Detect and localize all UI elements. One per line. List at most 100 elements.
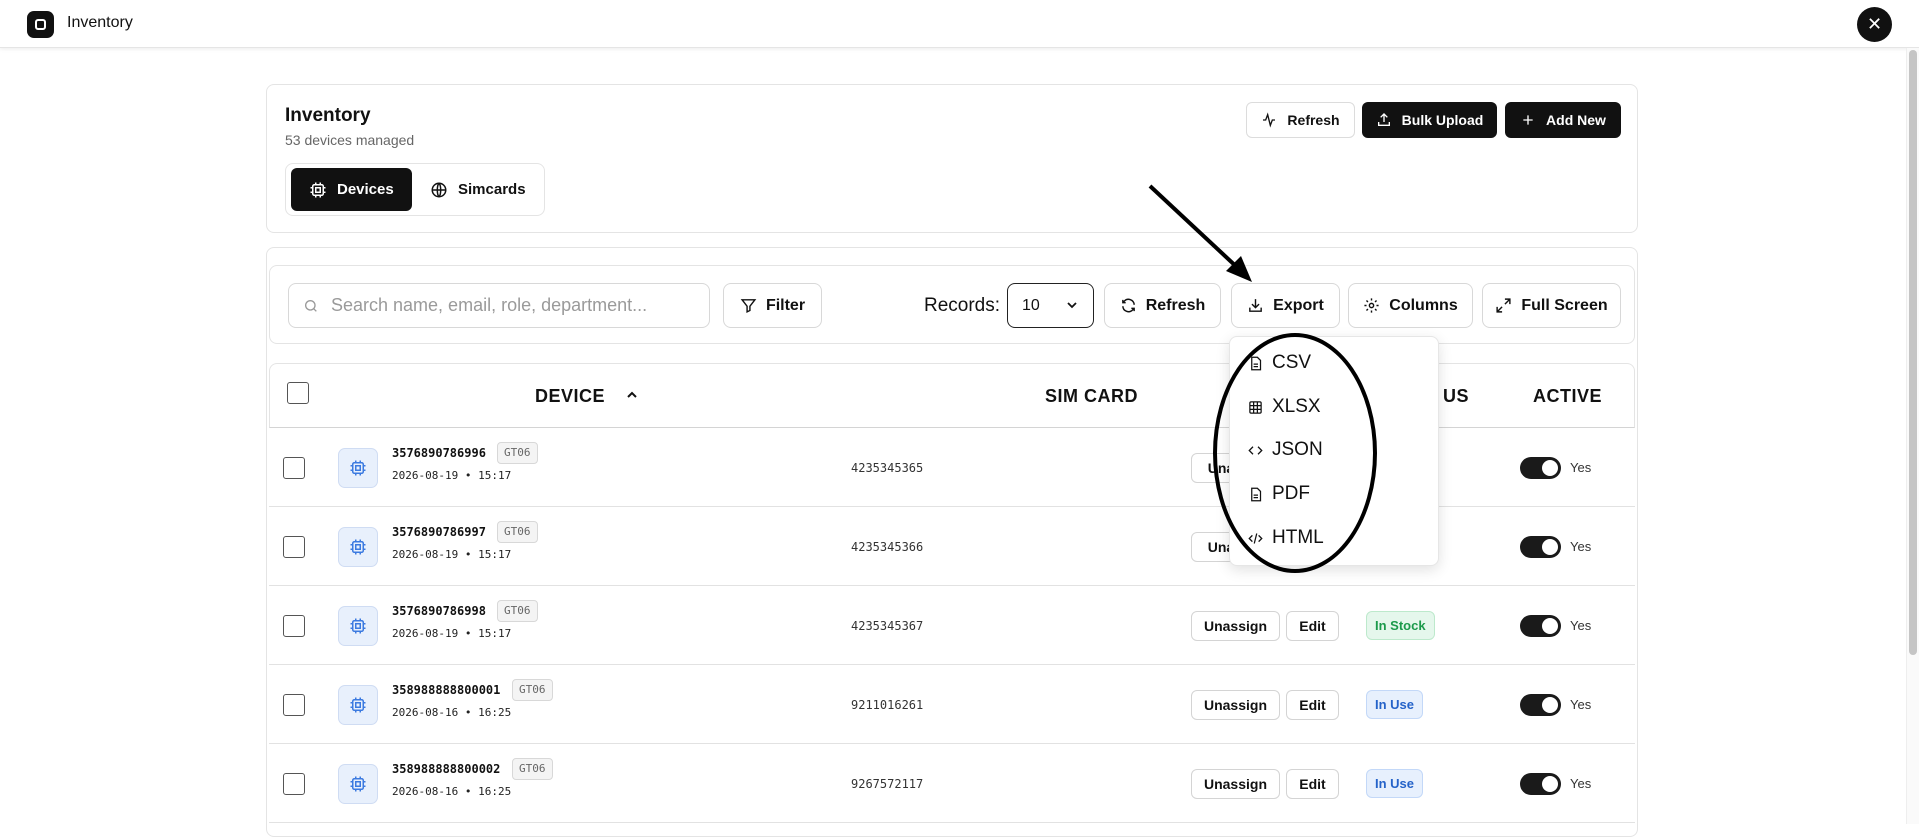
inventory-header-card: Inventory 53 devices managed Devices Sim… bbox=[266, 84, 1638, 233]
header-refresh-label: Refresh bbox=[1287, 112, 1340, 128]
status-badge: In Stock bbox=[1366, 611, 1435, 640]
row-checkbox[interactable] bbox=[283, 615, 305, 637]
device-id: 3576890786997 bbox=[392, 525, 486, 539]
device-cpu-icon bbox=[338, 448, 378, 488]
export-html-label: HTML bbox=[1272, 527, 1324, 548]
device-date: 2026-08-16 • 16:25 bbox=[392, 706, 512, 719]
model-badge: GT06 bbox=[497, 442, 538, 464]
row-checkbox[interactable] bbox=[283, 457, 305, 479]
edit-button[interactable]: Edit bbox=[1286, 690, 1339, 720]
row-checkbox[interactable] bbox=[283, 773, 305, 795]
sim-number: 9267572117 bbox=[851, 777, 924, 791]
file-text-icon bbox=[1251, 356, 1262, 370]
active-toggle[interactable] bbox=[1520, 615, 1561, 637]
device-cpu-icon bbox=[338, 527, 378, 567]
filter-icon bbox=[740, 299, 757, 314]
export-html-item[interactable]: HTML bbox=[1248, 523, 1324, 553]
table-refresh-label: Refresh bbox=[1145, 296, 1206, 314]
export-button[interactable]: Export bbox=[1231, 283, 1340, 328]
search-icon bbox=[305, 300, 317, 312]
bulk-upload-label: Bulk Upload bbox=[1401, 112, 1484, 128]
column-device[interactable]: DEVICE bbox=[535, 386, 639, 407]
active-toggle[interactable] bbox=[1520, 536, 1561, 558]
page-subtitle: 53 devices managed bbox=[285, 132, 415, 148]
expand-icon bbox=[1496, 298, 1511, 313]
active-toggle[interactable] bbox=[1520, 457, 1561, 479]
column-active[interactable]: ACTIVE bbox=[1533, 386, 1602, 407]
row-checkbox[interactable] bbox=[283, 536, 305, 558]
close-button[interactable]: ✕ bbox=[1857, 7, 1892, 42]
model-badge: GT06 bbox=[497, 521, 538, 543]
window-title: Inventory bbox=[67, 14, 133, 31]
model-badge: GT06 bbox=[512, 758, 553, 780]
unassign-button[interactable]: Unassign bbox=[1191, 611, 1280, 641]
column-status[interactable]: US bbox=[1443, 386, 1469, 407]
upload-icon bbox=[1377, 113, 1390, 126]
active-label: Yes bbox=[1570, 697, 1592, 712]
export-json-label: JSON bbox=[1272, 439, 1323, 460]
model-badge: GT06 bbox=[512, 679, 553, 701]
device-id: 358988888800002 bbox=[392, 762, 501, 776]
device-id: 358988888800001 bbox=[392, 683, 501, 697]
tab-devices[interactable]: Devices bbox=[291, 168, 412, 211]
device-cpu-icon bbox=[338, 606, 378, 646]
unassign-button[interactable]: Unassign bbox=[1191, 769, 1280, 799]
export-pdf-item[interactable]: PDF bbox=[1248, 479, 1310, 509]
filter-label: Filter bbox=[765, 296, 806, 314]
bulk-upload-button[interactable]: Bulk Upload bbox=[1362, 102, 1497, 138]
sim-number: 4235345365 bbox=[851, 461, 924, 475]
gear-icon bbox=[1364, 298, 1379, 313]
code-icon bbox=[1248, 445, 1263, 455]
export-json-item[interactable]: JSON bbox=[1248, 435, 1323, 465]
export-xlsx-label: XLSX bbox=[1272, 396, 1321, 417]
column-sim-card[interactable]: SIM CARD bbox=[1045, 386, 1138, 407]
top-bar: Inventory ✕ bbox=[0, 0, 1919, 48]
status-badge: In Use bbox=[1366, 769, 1424, 798]
sim-number: 9211016261 bbox=[851, 698, 924, 712]
table-refresh-button[interactable]: Refresh bbox=[1104, 283, 1221, 328]
columns-label: Columns bbox=[1389, 296, 1458, 314]
search-input[interactable] bbox=[331, 284, 701, 327]
device-date: 2026-08-19 • 15:17 bbox=[392, 548, 512, 561]
globe-icon bbox=[431, 182, 447, 197]
records-label: Records: bbox=[924, 295, 1001, 316]
page-title: Inventory bbox=[285, 105, 371, 126]
full-screen-button[interactable]: Full Screen bbox=[1482, 283, 1621, 328]
device-cpu-icon bbox=[338, 764, 378, 804]
sim-number: 4235345366 bbox=[851, 540, 924, 554]
active-label: Yes bbox=[1570, 618, 1592, 633]
export-pdf-label: PDF bbox=[1272, 483, 1310, 504]
download-icon bbox=[1249, 299, 1263, 312]
device-cpu-icon bbox=[338, 685, 378, 725]
edit-button[interactable]: Edit bbox=[1286, 769, 1339, 799]
row-checkbox[interactable] bbox=[283, 694, 305, 716]
tab-simcards[interactable]: Simcards bbox=[412, 168, 544, 211]
export-xlsx-item[interactable]: XLSX bbox=[1248, 392, 1321, 422]
tab-devices-label: Devices bbox=[337, 181, 394, 198]
add-new-label: Add New bbox=[1546, 112, 1606, 128]
unassign-button[interactable]: Unassign bbox=[1191, 690, 1280, 720]
header-refresh-button[interactable]: Refresh bbox=[1246, 102, 1355, 138]
device-date: 2026-08-19 • 15:17 bbox=[392, 627, 512, 640]
table-icon bbox=[1249, 400, 1262, 414]
device-id: 3576890786996 bbox=[392, 446, 486, 460]
activity-icon bbox=[1263, 112, 1276, 128]
add-new-button[interactable]: Add New bbox=[1505, 102, 1621, 138]
chevron-down-icon bbox=[1067, 302, 1077, 309]
columns-button[interactable]: Columns bbox=[1348, 283, 1473, 328]
active-toggle[interactable] bbox=[1520, 773, 1561, 795]
table-row: 358988888800002 GT06 2026-08-16 • 16:25 … bbox=[269, 744, 1635, 823]
edit-button[interactable]: Edit bbox=[1286, 611, 1339, 641]
select-all-checkbox[interactable] bbox=[287, 382, 309, 404]
export-csv-item[interactable]: CSV bbox=[1248, 348, 1311, 378]
search-box[interactable] bbox=[288, 283, 710, 328]
cpu-icon bbox=[310, 182, 326, 197]
refresh-icon bbox=[1121, 298, 1135, 313]
active-toggle[interactable] bbox=[1520, 694, 1561, 716]
code-slash-icon bbox=[1248, 532, 1263, 544]
scrollbar-thumb[interactable] bbox=[1909, 50, 1917, 655]
records-select[interactable]: 10 bbox=[1007, 283, 1094, 328]
active-label: Yes bbox=[1570, 460, 1592, 475]
device-date: 2026-08-19 • 15:17 bbox=[392, 469, 512, 482]
filter-button[interactable]: Filter bbox=[723, 283, 822, 328]
